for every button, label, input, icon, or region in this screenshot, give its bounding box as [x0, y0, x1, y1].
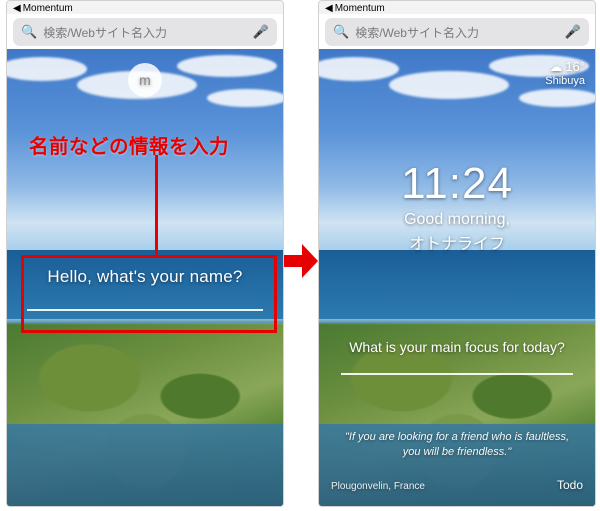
wallpaper: m Hello, what's your name? — [7, 49, 283, 506]
name-input[interactable] — [27, 309, 263, 311]
name-prompt: Hello, what's your name? — [23, 267, 267, 311]
wallpaper: ☁16° Shibuya 11:24 Good morning, オトナライフ … — [319, 49, 595, 506]
momentum-logo-icon: m — [128, 63, 162, 97]
daily-quote: "If you are looking for a friend who is … — [339, 430, 575, 460]
clock-time: 11:24 — [319, 159, 595, 209]
back-chevron-icon: ◀ — [13, 3, 21, 14]
search-placeholder: 検索/Webサイト名入力 — [355, 24, 559, 41]
user-name: オトナライフ — [319, 230, 595, 254]
comparison-stage: ◀Momentum 🔍 検索/Webサイト名入力 🎤 m Hello, what… — [0, 0, 600, 511]
address-search-bar[interactable]: 🔍 検索/Webサイト名入力 🎤 — [13, 18, 277, 46]
back-app-label: Momentum — [23, 3, 73, 14]
search-placeholder: 検索/Webサイト名入力 — [43, 24, 247, 41]
back-to-app-link[interactable]: ◀Momentum — [319, 1, 595, 14]
phone-left: ◀Momentum 🔍 検索/Webサイト名入力 🎤 m Hello, what… — [6, 0, 284, 507]
clock-block: 11:24 Good morning, オトナライフ — [319, 159, 595, 254]
weather-widget[interactable]: ☁16° Shibuya — [545, 59, 585, 88]
address-search-bar[interactable]: 🔍 検索/Webサイト名入力 🎤 — [325, 18, 589, 46]
arrow-right-icon — [284, 244, 318, 278]
name-prompt-text: Hello, what's your name? — [23, 267, 267, 287]
weather-location: Shibuya — [545, 75, 585, 88]
focus-block: What is your main focus for today? — [337, 339, 577, 375]
weather-icon: ☁ — [549, 59, 562, 74]
phone-right: ◀Momentum 🔍 検索/Webサイト名入力 🎤 ☁16° Shibuya … — [318, 0, 596, 507]
mic-icon[interactable]: 🎤 — [253, 24, 269, 40]
mic-icon[interactable]: 🎤 — [565, 24, 581, 40]
annotation-connector — [155, 155, 158, 255]
focus-input[interactable] — [341, 373, 573, 375]
annotation-label: 名前などの情報を入力 — [29, 130, 229, 159]
back-app-label: Momentum — [335, 3, 385, 14]
back-chevron-icon: ◀ — [325, 3, 333, 14]
todo-button[interactable]: Todo — [557, 478, 583, 492]
focus-question: What is your main focus for today? — [337, 339, 577, 355]
weather-temp: 16° — [565, 59, 585, 74]
back-to-app-link[interactable]: ◀Momentum — [7, 1, 283, 14]
search-icon: 🔍 — [21, 24, 37, 40]
photo-location: Plougonvelin, France — [331, 481, 425, 492]
greeting-text: Good morning, — [319, 211, 595, 229]
search-icon: 🔍 — [333, 24, 349, 40]
